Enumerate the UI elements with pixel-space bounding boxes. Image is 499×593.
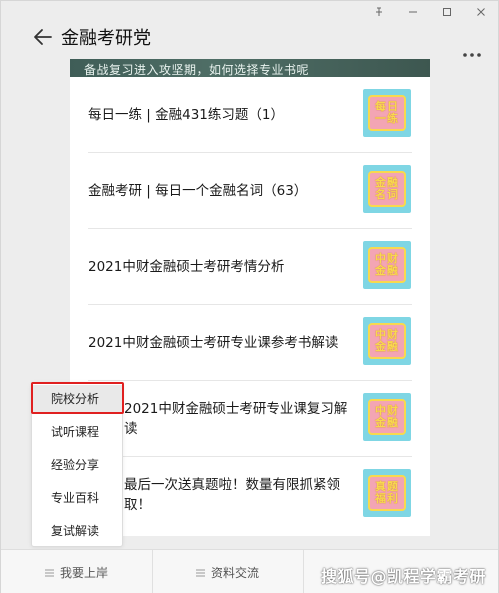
tab-label: 资料交流 (211, 566, 260, 580)
menu-item-trial-course[interactable]: 试听课程 (32, 418, 122, 446)
menu-item-encyclopedia[interactable]: 专业百科 (32, 484, 122, 512)
article-title: 每日一练 | 金融431练习题（1） (88, 106, 284, 123)
article-thumbnail: 真题 福利 (363, 469, 411, 517)
article-title: 2021中财金融硕士考研专业课复习解读 (124, 400, 348, 437)
menu-item-retest[interactable]: 复试解读 (32, 517, 122, 545)
menu-lines-icon (196, 569, 205, 576)
app-window: 金融考研党 备战复习进入攻坚期，如何选择专业书呢 每日一练 | 金融431练习题… (0, 0, 499, 593)
list-item[interactable]: 最后一次送真题啦！数量有限抓紧领取！ 真题 福利 (88, 457, 412, 533)
article-title: 2021中财金融硕士考研考情分析 (88, 258, 285, 275)
arrow-left-icon[interactable] (31, 25, 55, 49)
tab-label: 我要上岸 (60, 566, 109, 580)
article-title: 最后一次送真题啦！数量有限抓紧领取！ (124, 477, 340, 513)
article-thumbnail: 中财 金融 (363, 317, 411, 365)
watermark: 搜狐号@凯程学霸考研 (320, 567, 486, 586)
more-dots-icon[interactable] (462, 43, 482, 57)
list-item[interactable]: 2021中财金融硕士考研专业课复习解读 中财 金融 (88, 381, 412, 457)
article-banner[interactable]: 备战复习进入攻坚期，如何选择专业书呢 (70, 59, 430, 77)
article-thumbnail: 金融 名词 (363, 165, 411, 213)
divider (152, 550, 153, 593)
article-title: 2021中财金融硕士考研专业课参考书解读 (88, 334, 339, 351)
list-item[interactable]: 每日一练 | 金融431练习题（1） 每日 一练 (88, 77, 412, 153)
divider (303, 550, 304, 593)
tab-shangan[interactable]: 我要上岸 (45, 550, 108, 593)
list-item[interactable]: 2021中财金融硕士考研考情分析 中财 金融 (88, 229, 412, 305)
banner-text: 备战复习进入攻坚期，如何选择专业书呢 (84, 63, 310, 77)
tab-materials[interactable]: 资料交流 (196, 550, 259, 593)
article-list-card: 备战复习进入攻坚期，如何选择专业书呢 每日一练 | 金融431练习题（1） 每日… (70, 59, 430, 536)
list-item[interactable]: 2021中财金融硕士考研专业课参考书解读 中财 金融 (88, 305, 412, 381)
page-header: 金融考研党 (1, 15, 498, 59)
article-list: 每日一练 | 金融431练习题（1） 每日 一练 金融考研 | 每日一个金融名词（… (88, 77, 412, 533)
page-title: 金融考研党 (61, 28, 151, 49)
highlight-box (31, 382, 124, 414)
article-thumbnail: 中财 金融 (363, 241, 411, 289)
article-thumbnail: 中财 金融 (363, 393, 411, 441)
article-title: 金融考研 | 每日一个金融名词（63） (88, 182, 308, 199)
menu-item-experience[interactable]: 经验分享 (32, 451, 122, 479)
article-thumbnail: 每日 一练 (363, 89, 411, 137)
list-item[interactable]: 金融考研 | 每日一个金融名词（63） 金融 名词 (88, 153, 412, 229)
menu-lines-icon (45, 569, 54, 576)
